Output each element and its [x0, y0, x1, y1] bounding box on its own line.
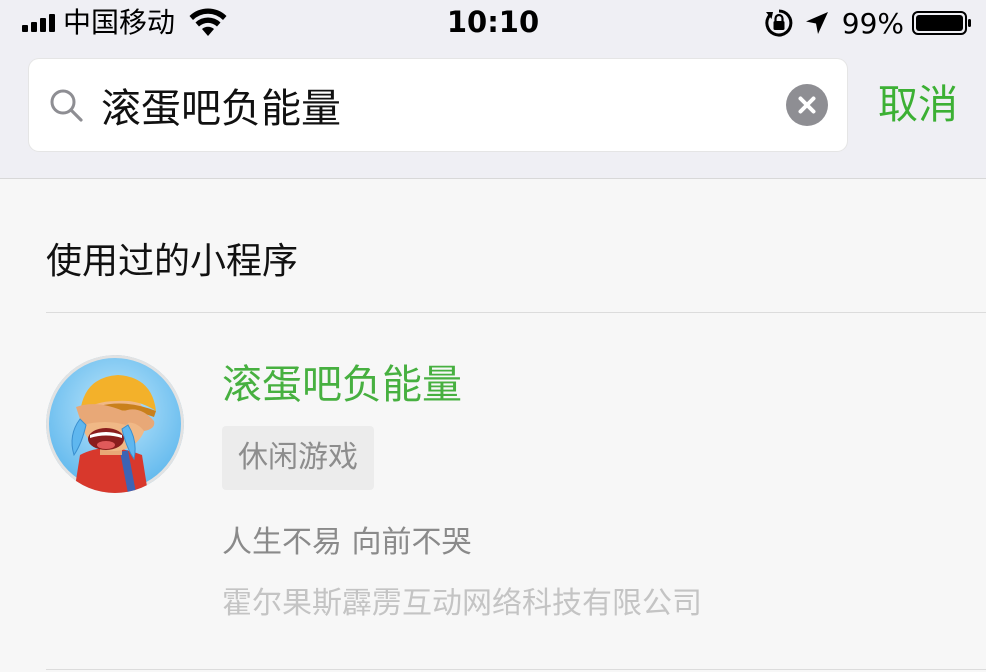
mini-program-result-item[interactable]: 滚蛋吧负能量 休闲游戏 人生不易 向前不哭 霍尔果斯霹雳互动网络科技有限公司	[0, 313, 986, 669]
battery-icon	[912, 11, 971, 35]
search-box[interactable]	[29, 59, 847, 151]
cancel-button[interactable]: 取消	[878, 59, 958, 151]
search-icon	[50, 89, 83, 122]
mini-program-avatar	[46, 355, 184, 493]
cartoon-boy-avatar-icon	[46, 355, 184, 493]
section-title: 使用过的小程序	[46, 241, 299, 282]
search-header: 取消	[0, 46, 986, 179]
rotation-lock-icon	[765, 9, 793, 37]
mini-program-description: 人生不易 向前不哭	[222, 525, 472, 560]
location-arrow-icon	[805, 12, 828, 34]
status-bar-right: 99%	[764, 4, 972, 42]
status-bar: 中国移动 10:10 99%	[0, 0, 986, 46]
search-input[interactable]	[101, 59, 791, 151]
bottom-divider	[46, 669, 986, 670]
clear-search-button[interactable]	[786, 84, 828, 126]
clear-icon	[798, 96, 816, 114]
battery-percent: 99%	[841, 6, 904, 40]
category-tag: 休闲游戏	[222, 426, 374, 490]
mini-program-company: 霍尔果斯霹雳互动网络科技有限公司	[222, 586, 702, 621]
mini-program-name: 滚蛋吧负能量	[222, 362, 462, 408]
